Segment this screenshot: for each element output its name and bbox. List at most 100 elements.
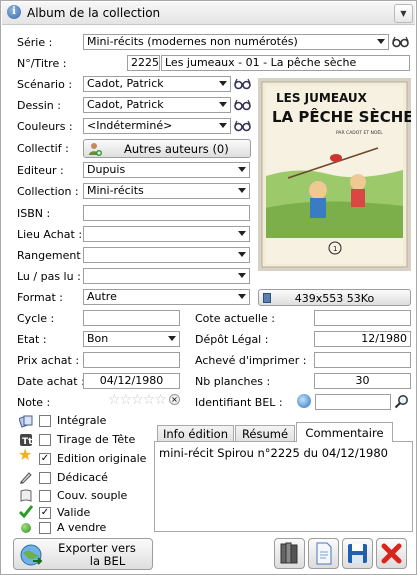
svg-text:1: 1 [333,245,337,253]
users-add-icon [89,143,102,156]
globe-icon[interactable] [297,394,311,408]
couv-souple-checkbox[interactable] [39,490,51,502]
dedicace-label: Dédicacé [57,471,108,484]
integrale-label: Intégrale [57,414,107,427]
image-info-button[interactable]: 439x553 53Ko [258,289,411,306]
cover-illustration: LES JUMEAUX LA PÊCHE SÈCHE PAR CADOT ET … [261,81,414,268]
num-titre-label: N°/Titre : [17,57,67,70]
lu-label: Lu / pas lu : [17,270,81,283]
etat-select[interactable]: Bon [83,331,180,347]
couleurs-label: Couleurs : [17,120,73,133]
new-button[interactable] [308,538,339,569]
title-bar: i Album de la collection ▼ [2,2,415,25]
depot-field[interactable]: 12/1980 [314,331,411,347]
titre-field[interactable]: Les jumeaux - 01 - La pêche sèche [161,55,410,71]
prix-achat-label: Prix achat : [17,354,80,367]
numero-field[interactable]: 2225 [127,55,160,71]
rating-stars[interactable]: ☆☆☆☆☆ [108,392,167,408]
chevron-down-icon [219,81,227,86]
floppy-disk-icon [348,544,367,563]
album-panel: i Album de la collection ▼ Série : Mini-… [0,0,417,575]
delete-button[interactable] [376,538,407,569]
cote-label: Cote actuelle : [195,312,275,325]
serie-label: Série : [17,36,53,49]
chevron-down-icon [238,188,246,193]
green-dot-icon [21,523,31,533]
svg-text:LA PÊCHE SÈCHE: LA PÊCHE SÈCHE [272,107,411,126]
chevron-down-icon [238,231,246,236]
chevron-down-icon [238,167,246,172]
lu-select[interactable] [83,268,250,284]
star-icon: ★ [18,445,33,464]
lieu-achat-label: Lieu Achat : [17,228,83,241]
chevron-down-icon [168,336,176,341]
collapse-button[interactable]: ▼ [394,4,413,23]
glasses-icon[interactable] [234,78,251,90]
prix-achat-field[interactable] [83,352,180,368]
scenario-select[interactable]: Cadot, Patrick [83,76,231,92]
integrale-icon [19,415,33,428]
dessin-select[interactable]: Cadot, Patrick [83,97,231,113]
identifiant-label: Identifiant BEL : [195,396,283,409]
pen-icon [20,472,32,484]
glasses-icon[interactable] [392,36,409,48]
planches-field[interactable]: 30 [314,373,411,389]
collectif-label: Collectif : [17,142,69,155]
cover-image[interactable]: LES JUMEAUX LA PÊCHE SÈCHE PAR CADOT ET … [258,78,414,271]
window-title: Album de la collection [27,6,161,20]
date-achat-field[interactable]: 04/12/1980 [83,373,180,389]
isbn-label: ISBN : [17,207,51,220]
cycle-label: Cycle : [17,312,55,325]
cote-field[interactable] [314,310,411,326]
edition-originale-checkbox[interactable]: ✓ [39,453,51,465]
tab-commentaire[interactable]: Commentaire [296,422,393,442]
rangement-label: Rangement : [17,249,88,262]
couleurs-select[interactable]: <Indéterminé> [83,118,231,134]
valide-label: Valide [57,506,91,519]
editeur-select[interactable]: Dupuis [83,162,250,178]
tirage-tete-label: Tirage de Tête [57,433,136,446]
rangement-select[interactable] [83,247,250,263]
tab-resume[interactable]: Résumé [235,425,295,442]
chevron-down-icon [377,39,385,44]
integrale-checkbox[interactable] [39,415,51,427]
clear-rating-icon[interactable]: × [169,394,180,405]
delete-x-icon [381,543,402,564]
save-button[interactable] [342,538,373,569]
dessin-label: Dessin : [17,99,61,112]
commentaire-textarea[interactable]: mini-récit Spirou n°2225 du 04/12/1980 [154,441,413,532]
identifiant-field[interactable] [315,394,391,410]
new-document-icon [316,542,332,565]
search-icon[interactable] [394,394,409,409]
glasses-icon[interactable] [234,120,251,132]
albums-button[interactable] [274,538,305,569]
valide-checkbox[interactable]: ✓ [39,507,51,519]
collection-select[interactable]: Mini-récits [83,183,250,199]
depot-label: Dépôt Légal : [195,333,269,346]
books-icon [280,542,298,564]
couv-souple-label: Couv. souple [57,489,128,502]
tirage-tete-checkbox[interactable] [39,434,51,446]
lieu-achat-select[interactable] [83,226,250,242]
isbn-field[interactable] [83,205,250,221]
glasses-icon[interactable] [234,99,251,111]
dedicace-checkbox[interactable] [39,472,51,484]
date-achat-label: Date achat : [17,375,85,388]
collection-label: Collection : [17,185,79,198]
a-vendre-checkbox[interactable] [39,522,51,534]
note-label: Note : [17,396,51,409]
etat-label: Etat : [17,333,47,346]
autres-auteurs-button[interactable]: Autres auteurs (0) [83,139,251,158]
scenario-label: Scénario : [17,78,73,91]
chevron-down-icon [219,123,227,128]
acheve-field[interactable] [314,352,411,368]
info-icon: i [7,5,21,19]
chevron-down-icon [238,273,246,278]
export-bel-button[interactable]: Exporter vers la BEL [13,538,153,570]
tab-info-edition[interactable]: Info édition [157,425,234,442]
checkmark-icon [18,505,34,519]
cycle-field[interactable] [83,310,180,326]
svg-text:LES JUMEAUX: LES JUMEAUX [276,91,368,105]
format-select[interactable]: Autre [83,289,250,305]
serie-select[interactable]: Mini-récits (modernes non numérotés) [83,34,389,50]
